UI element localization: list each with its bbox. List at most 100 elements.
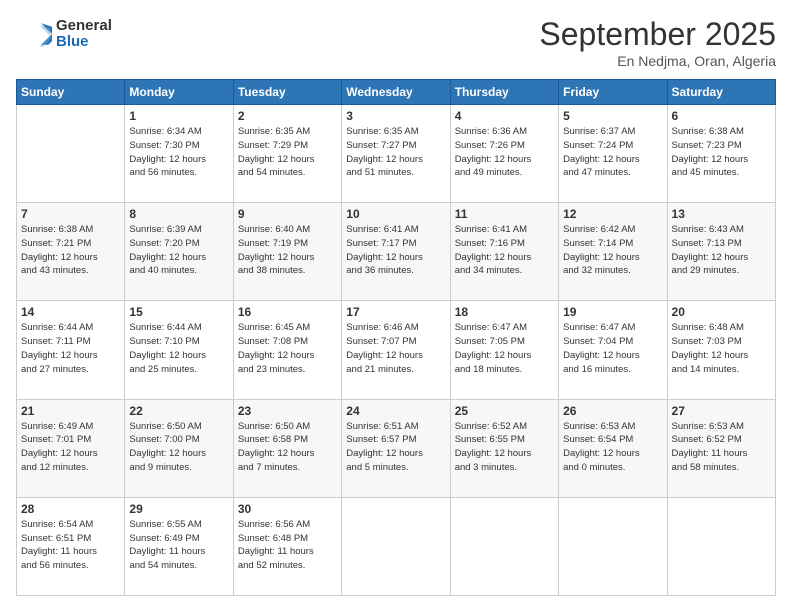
- day-number: 22: [129, 404, 228, 418]
- day-info: Sunrise: 6:48 AM Sunset: 7:03 PM Dayligh…: [672, 321, 771, 376]
- day-info: Sunrise: 6:43 AM Sunset: 7:13 PM Dayligh…: [672, 223, 771, 278]
- day-info: Sunrise: 6:47 AM Sunset: 7:05 PM Dayligh…: [455, 321, 554, 376]
- calendar-week-1: 1 Sunrise: 6:34 AM Sunset: 7:30 PM Daylig…: [17, 105, 776, 203]
- day-info: Sunrise: 6:35 AM Sunset: 7:29 PM Dayligh…: [238, 125, 337, 180]
- day-info: Sunrise: 6:47 AM Sunset: 7:04 PM Dayligh…: [563, 321, 662, 376]
- day-number: 26: [563, 404, 662, 418]
- calendar-cell: 6 Sunrise: 6:38 AM Sunset: 7:23 PM Daylig…: [667, 105, 775, 203]
- day-number: 16: [238, 305, 337, 319]
- day-info: Sunrise: 6:54 AM Sunset: 6:51 PM Dayligh…: [21, 518, 120, 573]
- day-number: 6: [672, 109, 771, 123]
- calendar-cell: 18 Sunrise: 6:47 AM Sunset: 7:05 PM Dayli…: [450, 301, 558, 399]
- calendar-cell: 8 Sunrise: 6:39 AM Sunset: 7:20 PM Daylig…: [125, 203, 233, 301]
- calendar-cell: 9Sunrise: 6:40 AM Sunset: 7:19 PM Daylig…: [233, 203, 341, 301]
- logo: General Blue: [16, 16, 112, 52]
- day-info: Sunrise: 6:52 AM Sunset: 6:55 PM Dayligh…: [455, 420, 554, 475]
- calendar-cell: 23Sunrise: 6:50 AM Sunset: 6:58 PM Dayli…: [233, 399, 341, 497]
- day-number: 15: [129, 305, 228, 319]
- day-info: Sunrise: 6:36 AM Sunset: 7:26 PM Dayligh…: [455, 125, 554, 180]
- day-number: 12: [563, 207, 662, 221]
- day-number: 14: [21, 305, 120, 319]
- day-info: Sunrise: 6:49 AM Sunset: 7:01 PM Dayligh…: [21, 420, 120, 475]
- calendar-cell: 21 Sunrise: 6:49 AM Sunset: 7:01 PM Dayli…: [17, 399, 125, 497]
- calendar-cell: 15 Sunrise: 6:44 AM Sunset: 7:10 PM Dayli…: [125, 301, 233, 399]
- calendar-cell: 20 Sunrise: 6:48 AM Sunset: 7:03 PM Dayli…: [667, 301, 775, 399]
- day-info: Sunrise: 6:55 AM Sunset: 6:49 PM Dayligh…: [129, 518, 228, 573]
- day-info: Sunrise: 6:37 AM Sunset: 7:24 PM Dayligh…: [563, 125, 662, 180]
- day-info: Sunrise: 6:45 AM Sunset: 7:08 PM Dayligh…: [238, 321, 337, 376]
- day-number: 1: [129, 109, 228, 123]
- calendar-cell: 19 Sunrise: 6:47 AM Sunset: 7:04 PM Dayli…: [559, 301, 667, 399]
- day-number: 3: [346, 109, 445, 123]
- month-title: September 2025: [539, 16, 776, 53]
- logo-general: General: [56, 18, 112, 35]
- title-block: September 2025 En Nedjma, Oran, Algeria: [539, 16, 776, 69]
- location: En Nedjma, Oran, Algeria: [539, 53, 776, 69]
- day-number: 5: [563, 109, 662, 123]
- calendar-week-3: 14Sunrise: 6:44 AM Sunset: 7:11 PM Dayli…: [17, 301, 776, 399]
- calendar-cell: 27 Sunrise: 6:53 AM Sunset: 6:52 PM Dayli…: [667, 399, 775, 497]
- day-number: 29: [129, 502, 228, 516]
- calendar-cell: 24 Sunrise: 6:51 AM Sunset: 6:57 PM Dayli…: [342, 399, 450, 497]
- calendar-cell: 26 Sunrise: 6:53 AM Sunset: 6:54 PM Dayli…: [559, 399, 667, 497]
- calendar-cell: 5 Sunrise: 6:37 AM Sunset: 7:24 PM Daylig…: [559, 105, 667, 203]
- day-number: 8: [129, 207, 228, 221]
- logo-icon: [16, 16, 52, 52]
- day-info: Sunrise: 6:46 AM Sunset: 7:07 PM Dayligh…: [346, 321, 445, 376]
- calendar-cell: [17, 105, 125, 203]
- calendar-cell: 10 Sunrise: 6:41 AM Sunset: 7:17 PM Dayli…: [342, 203, 450, 301]
- logo-text: General Blue: [56, 18, 112, 51]
- calendar-cell: 22 Sunrise: 6:50 AM Sunset: 7:00 PM Dayli…: [125, 399, 233, 497]
- header-saturday: Saturday: [667, 80, 775, 105]
- day-info: Sunrise: 6:42 AM Sunset: 7:14 PM Dayligh…: [563, 223, 662, 278]
- day-number: 30: [238, 502, 337, 516]
- calendar-cell: [342, 497, 450, 595]
- day-number: 4: [455, 109, 554, 123]
- day-number: 2: [238, 109, 337, 123]
- day-info: Sunrise: 6:56 AM Sunset: 6:48 PM Dayligh…: [238, 518, 337, 573]
- logo-blue: Blue: [56, 34, 112, 51]
- day-info: Sunrise: 6:53 AM Sunset: 6:52 PM Dayligh…: [672, 420, 771, 475]
- calendar-cell: 16 Sunrise: 6:45 AM Sunset: 7:08 PM Dayli…: [233, 301, 341, 399]
- calendar-cell: 28Sunrise: 6:54 AM Sunset: 6:51 PM Dayli…: [17, 497, 125, 595]
- calendar: Sunday Monday Tuesday Wednesday Thursday…: [16, 79, 776, 596]
- day-info: Sunrise: 6:53 AM Sunset: 6:54 PM Dayligh…: [563, 420, 662, 475]
- calendar-week-4: 21 Sunrise: 6:49 AM Sunset: 7:01 PM Dayli…: [17, 399, 776, 497]
- calendar-cell: 29 Sunrise: 6:55 AM Sunset: 6:49 PM Dayli…: [125, 497, 233, 595]
- day-info: Sunrise: 6:41 AM Sunset: 7:16 PM Dayligh…: [455, 223, 554, 278]
- day-number: 24: [346, 404, 445, 418]
- calendar-cell: 1 Sunrise: 6:34 AM Sunset: 7:30 PM Daylig…: [125, 105, 233, 203]
- day-info: Sunrise: 6:44 AM Sunset: 7:10 PM Dayligh…: [129, 321, 228, 376]
- calendar-cell: [667, 497, 775, 595]
- calendar-week-5: 28Sunrise: 6:54 AM Sunset: 6:51 PM Dayli…: [17, 497, 776, 595]
- day-info: Sunrise: 6:34 AM Sunset: 7:30 PM Dayligh…: [129, 125, 228, 180]
- calendar-cell: 30 Sunrise: 6:56 AM Sunset: 6:48 PM Dayli…: [233, 497, 341, 595]
- calendar-cell: 2 Sunrise: 6:35 AM Sunset: 7:29 PM Daylig…: [233, 105, 341, 203]
- day-info: Sunrise: 6:40 AM Sunset: 7:19 PM Dayligh…: [238, 223, 337, 278]
- day-number: 25: [455, 404, 554, 418]
- header-sunday: Sunday: [17, 80, 125, 105]
- day-header-row: Sunday Monday Tuesday Wednesday Thursday…: [17, 80, 776, 105]
- day-info: Sunrise: 6:41 AM Sunset: 7:17 PM Dayligh…: [346, 223, 445, 278]
- day-number: 21: [21, 404, 120, 418]
- day-info: Sunrise: 6:38 AM Sunset: 7:23 PM Dayligh…: [672, 125, 771, 180]
- day-number: 19: [563, 305, 662, 319]
- page: General Blue September 2025 En Nedjma, O…: [0, 0, 792, 612]
- day-number: 27: [672, 404, 771, 418]
- calendar-cell: [559, 497, 667, 595]
- day-number: 18: [455, 305, 554, 319]
- day-number: 20: [672, 305, 771, 319]
- day-number: 13: [672, 207, 771, 221]
- header: General Blue September 2025 En Nedjma, O…: [16, 16, 776, 69]
- calendar-body: 1 Sunrise: 6:34 AM Sunset: 7:30 PM Daylig…: [17, 105, 776, 596]
- day-number: 10: [346, 207, 445, 221]
- calendar-cell: 13 Sunrise: 6:43 AM Sunset: 7:13 PM Dayli…: [667, 203, 775, 301]
- day-info: Sunrise: 6:51 AM Sunset: 6:57 PM Dayligh…: [346, 420, 445, 475]
- day-info: Sunrise: 6:50 AM Sunset: 7:00 PM Dayligh…: [129, 420, 228, 475]
- header-wednesday: Wednesday: [342, 80, 450, 105]
- day-info: Sunrise: 6:39 AM Sunset: 7:20 PM Dayligh…: [129, 223, 228, 278]
- day-number: 11: [455, 207, 554, 221]
- calendar-cell: 12 Sunrise: 6:42 AM Sunset: 7:14 PM Dayli…: [559, 203, 667, 301]
- day-info: Sunrise: 6:50 AM Sunset: 6:58 PM Dayligh…: [238, 420, 337, 475]
- calendar-cell: 11 Sunrise: 6:41 AM Sunset: 7:16 PM Dayli…: [450, 203, 558, 301]
